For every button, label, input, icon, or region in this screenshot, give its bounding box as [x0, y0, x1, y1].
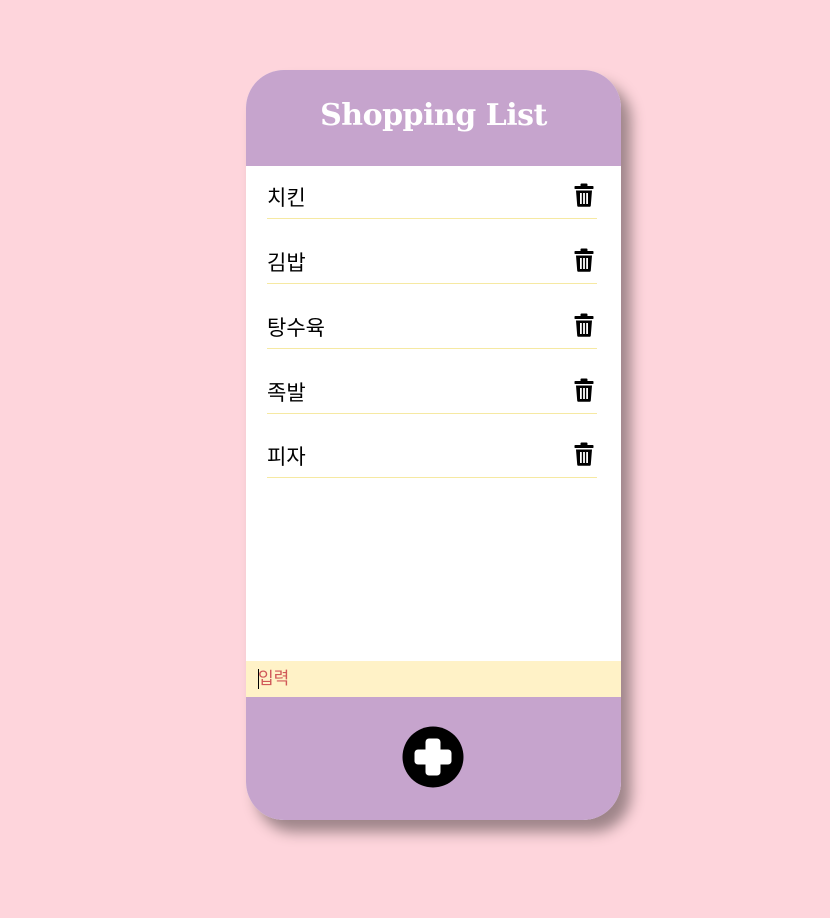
item-label: 탕수육	[267, 316, 325, 340]
app-title: Shopping List	[320, 98, 547, 133]
list-item: 치킨	[267, 166, 597, 219]
shopping-list: 치킨 김밥 탕수육 족발 피자	[246, 166, 621, 661]
item-label: 김밥	[267, 251, 306, 275]
item-label: 피자	[267, 445, 306, 469]
item-input[interactable]	[258, 661, 608, 697]
trash-icon[interactable]	[574, 183, 594, 207]
item-label: 치킨	[267, 186, 306, 210]
list-item: 피자	[267, 425, 597, 478]
app-header: Shopping List	[246, 70, 621, 166]
shopping-list-app: Shopping List 치킨 김밥 탕수육 족발 피자 입력	[246, 70, 621, 820]
trash-icon[interactable]	[574, 313, 594, 337]
item-label: 족발	[267, 381, 306, 405]
trash-icon[interactable]	[574, 378, 594, 402]
plus-circle-icon[interactable]	[402, 726, 464, 788]
input-bar	[246, 661, 621, 697]
list-item: 김밥	[267, 231, 597, 284]
list-item: 탕수육	[267, 296, 597, 349]
trash-icon[interactable]	[574, 248, 594, 272]
trash-icon[interactable]	[574, 442, 594, 466]
list-item: 족발	[267, 361, 597, 414]
app-footer	[246, 697, 621, 820]
